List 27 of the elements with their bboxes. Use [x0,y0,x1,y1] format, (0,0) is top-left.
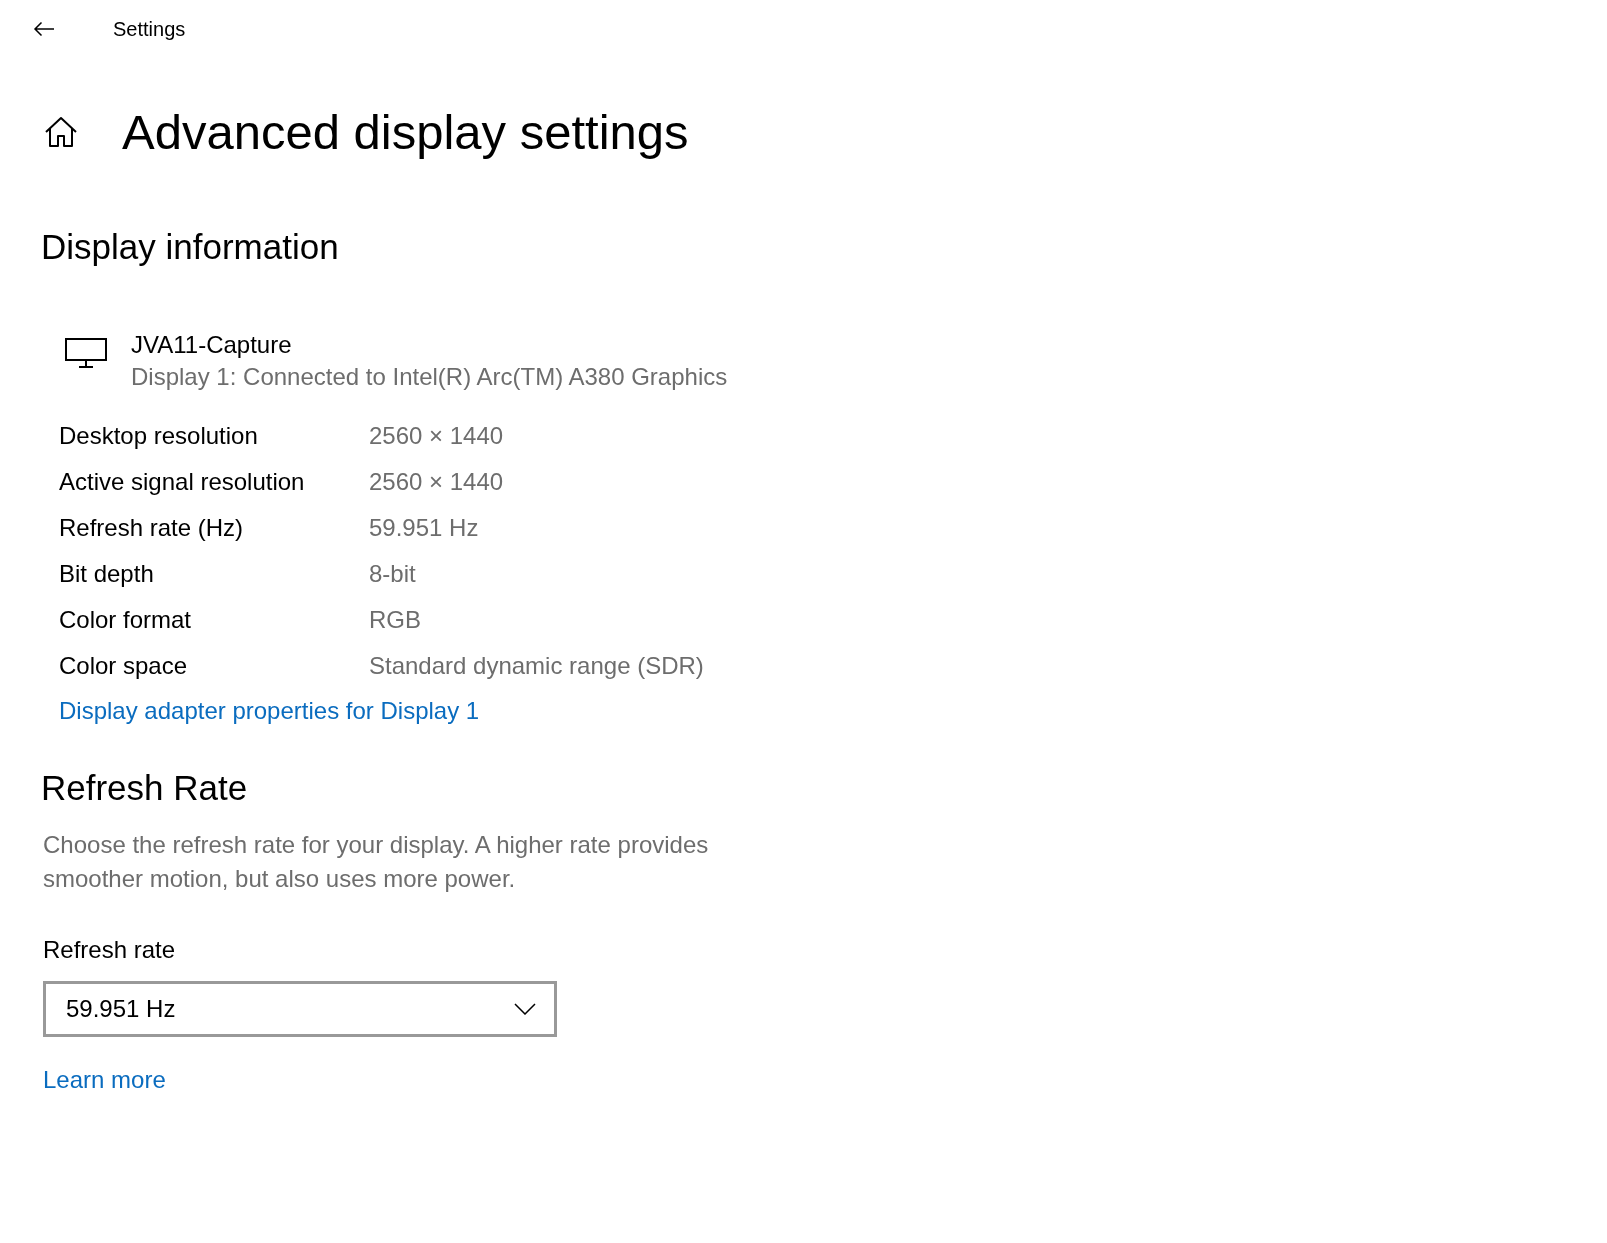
section-heading: Refresh Rate [41,767,248,809]
monitor-icon [65,338,107,368]
adapter-properties-link[interactable]: Display adapter properties for Display 1 [59,697,480,725]
app-title: Settings [113,17,186,41]
section-heading: Display information [41,226,339,268]
property-value: RGB [369,606,421,634]
home-icon[interactable] [44,116,78,148]
property-label: Color format [59,606,193,634]
property-value: 8-bit [369,560,416,588]
section-description: Choose the refresh rate for your display. A higher rate provides smoother motion, but also uses more power. [43,830,710,894]
page-title: Advanced display settings [122,104,689,161]
property-label: Color space [59,652,189,680]
chevron-down-icon [514,1003,536,1015]
property-value: Standard dynamic range (SDR) [369,652,704,680]
property-value: 59.951 Hz [369,514,479,542]
property-value: 2560 × 1440 [369,468,504,496]
property-label: Desktop resolution [59,422,259,450]
property-value: 2560 × 1440 [369,422,504,450]
property-label: Bit depth [59,560,155,588]
display-description: Display 1: Connected to Intel(R) Arc(TM) A380 Graphics [131,362,728,392]
property-label: Refresh rate (Hz) [59,514,245,542]
refresh-rate-dropdown[interactable]: 59.951 Hz [43,981,557,1037]
learn-more-link[interactable]: Learn more [43,1066,166,1094]
field-label: Refresh rate [43,936,176,964]
display-name: JVA11-Capture [131,330,293,360]
back-arrow-icon[interactable] [33,21,55,37]
property-label: Active signal resolution [59,468,306,496]
